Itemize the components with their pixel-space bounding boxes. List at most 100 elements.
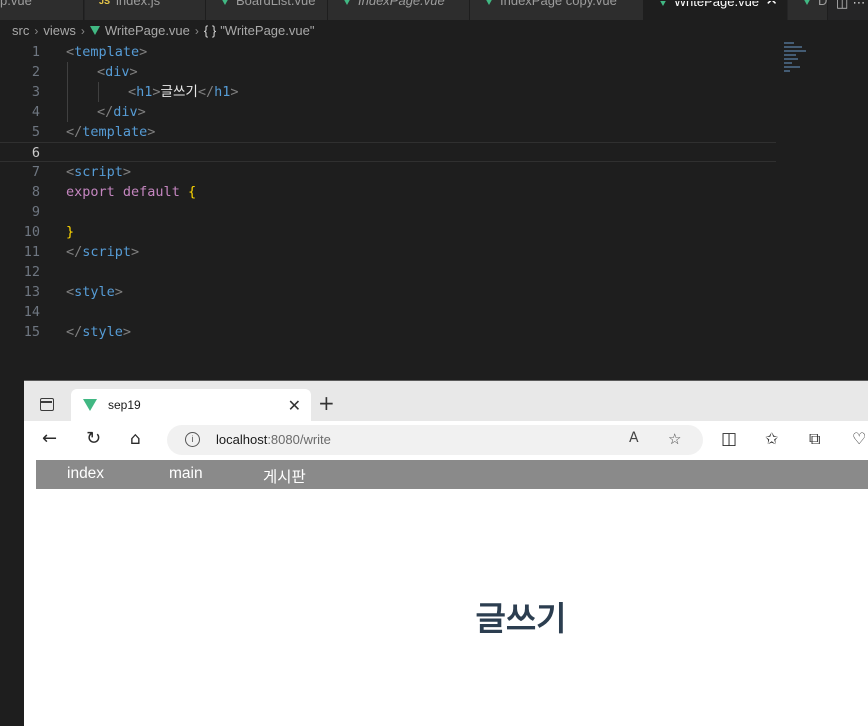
code-line[interactable]: 3 <h1>글쓰기</h1> bbox=[0, 82, 868, 102]
nav-link-board[interactable]: 게시판 bbox=[263, 465, 306, 487]
info-icon[interactable]: i bbox=[185, 432, 200, 447]
code-text: </template> bbox=[66, 122, 155, 142]
line-number: 5 bbox=[31, 124, 40, 140]
line-number: 13 bbox=[23, 284, 40, 300]
indent-guide bbox=[67, 102, 68, 122]
vue-favicon-icon bbox=[83, 399, 97, 411]
editor-tab-bar: p.vue JS index.js BoardList.vue IndexPage… bbox=[0, 0, 868, 20]
code-text: <div> bbox=[97, 62, 138, 82]
url-text[interactable]: localhost:8080/write bbox=[216, 432, 331, 447]
browser-toolbar: ← ↻ ⌂ i localhost:8080/write A ☆ ◫ ✩ ⧉ ♡ bbox=[24, 421, 868, 460]
home-icon[interactable]: ⌂ bbox=[130, 429, 141, 449]
braces-icon: { } bbox=[203, 23, 217, 39]
line-number: 3 bbox=[31, 84, 40, 100]
back-arrow-icon[interactable]: ← bbox=[42, 429, 57, 449]
code-line[interactable]: 1 <template> bbox=[0, 42, 868, 62]
editor-tab[interactable]: BoardList.vue bbox=[206, 0, 328, 20]
close-icon[interactable]: ✕ bbox=[765, 1, 778, 8]
code-line[interactable]: 2 <div> bbox=[0, 62, 868, 82]
line-number: 7 bbox=[31, 164, 40, 180]
editor-tab[interactable]: IndexPage.vue bbox=[328, 0, 470, 20]
nav-link-index[interactable]: index bbox=[67, 465, 104, 483]
line-number: 8 bbox=[31, 184, 40, 200]
chevron-right-icon: › bbox=[194, 23, 199, 38]
line-number: 2 bbox=[31, 64, 40, 80]
code-line[interactable]: 7 <script> bbox=[0, 162, 868, 182]
code-line[interactable]: 8 export default { bbox=[0, 182, 868, 202]
tab-label: index.js bbox=[116, 0, 161, 8]
tab-label: D bbox=[818, 0, 828, 8]
code-token: { bbox=[187, 184, 197, 200]
refresh-icon[interactable]: ↻ bbox=[86, 429, 101, 449]
code-token: style bbox=[82, 324, 123, 340]
url-host: localhost bbox=[216, 432, 268, 447]
indent-guide bbox=[67, 62, 68, 82]
breadcrumb-folder[interactable]: views bbox=[43, 23, 76, 38]
nav-link-main[interactable]: main bbox=[169, 465, 203, 483]
editor-tab-active[interactable]: WritePage.vue ✕ bbox=[644, 0, 787, 20]
tab-label: IndexPage copy.vue bbox=[500, 0, 617, 8]
code-line[interactable]: 15 </style> bbox=[0, 322, 868, 342]
breadcrumb-folder[interactable]: src bbox=[12, 23, 29, 38]
line-number: 6 bbox=[31, 145, 40, 161]
browser-tab[interactable]: sep19 ✕ bbox=[71, 389, 311, 421]
code-line[interactable]: 14 bbox=[0, 302, 868, 322]
vue-file-icon bbox=[342, 0, 352, 5]
code-token: < bbox=[128, 84, 137, 100]
code-text: <template> bbox=[66, 42, 147, 62]
split-editor-icon[interactable]: ◫ bbox=[836, 0, 848, 11]
code-text: } bbox=[66, 222, 74, 242]
code-line[interactable]: 4 </div> bbox=[0, 102, 868, 122]
code-line[interactable]: 5 </template> bbox=[0, 122, 868, 142]
code-token: export bbox=[66, 184, 115, 200]
code-token: h1 bbox=[214, 84, 231, 100]
tab-actions-icon[interactable] bbox=[40, 398, 54, 411]
line-number: 10 bbox=[23, 224, 40, 240]
web-page: index main 게시판 글쓰기 bbox=[24, 460, 868, 726]
code-token: > bbox=[129, 64, 138, 80]
code-line[interactable]: 12 bbox=[0, 262, 868, 282]
favorites-icon[interactable]: ✩ bbox=[765, 429, 778, 449]
favorite-star-icon[interactable]: ☆ bbox=[668, 430, 681, 448]
code-token: < bbox=[97, 64, 106, 80]
indent-guide bbox=[67, 82, 68, 102]
line-number: 12 bbox=[23, 264, 40, 280]
collections-icon[interactable]: ⧉ bbox=[809, 429, 820, 449]
code-token: </ bbox=[66, 324, 83, 340]
new-tab-icon[interactable]: + bbox=[318, 391, 335, 415]
code-token: > bbox=[122, 324, 132, 340]
editor-tab[interactable]: D bbox=[788, 0, 828, 20]
editor-tab[interactable]: JS index.js bbox=[85, 0, 206, 20]
performance-icon[interactable]: ♡ bbox=[852, 429, 866, 449]
code-token: default bbox=[122, 184, 180, 200]
tab-label: p.vue bbox=[0, 0, 32, 8]
code-line[interactable]: 10} bbox=[0, 222, 868, 242]
code-token: </ bbox=[197, 84, 215, 100]
editor-tab[interactable]: IndexPage copy.vue bbox=[470, 0, 644, 20]
line-number: 11 bbox=[23, 244, 40, 260]
close-icon[interactable]: ✕ bbox=[288, 396, 301, 415]
code-line[interactable]: 13 <style> bbox=[0, 282, 868, 302]
read-aloud-icon[interactable]: A bbox=[629, 430, 639, 446]
minimap[interactable] bbox=[784, 42, 814, 82]
code-line[interactable]: 6 bbox=[0, 142, 776, 162]
code-line[interactable]: 9 bbox=[0, 202, 868, 222]
editor-tab[interactable]: p.vue bbox=[0, 0, 84, 20]
address-bar[interactable]: i localhost:8080/write A ☆ bbox=[167, 425, 703, 455]
code-token: </ bbox=[66, 124, 83, 140]
code-token: </ bbox=[66, 244, 83, 260]
more-actions-icon[interactable]: ⋯ bbox=[852, 0, 865, 11]
js-file-icon: JS bbox=[99, 0, 111, 6]
code-token: script bbox=[82, 244, 132, 260]
code-editor[interactable]: 1 <template> 2 <div> 3 <h1>글쓰기</h1> 4 </div> 5 </… bbox=[0, 42, 868, 342]
browser-tab-title: sep19 bbox=[108, 398, 141, 412]
code-token: style bbox=[74, 284, 115, 300]
code-token: > bbox=[147, 124, 156, 140]
code-token: > bbox=[114, 284, 123, 300]
code-text: </script> bbox=[66, 242, 139, 262]
breadcrumb-symbol[interactable]: "WritePage.vue" bbox=[220, 23, 314, 38]
vue-file-icon bbox=[658, 1, 668, 6]
split-screen-icon[interactable]: ◫ bbox=[721, 429, 737, 449]
breadcrumb-file[interactable]: WritePage.vue bbox=[105, 23, 190, 38]
code-line[interactable]: 11 </script> bbox=[0, 242, 868, 262]
